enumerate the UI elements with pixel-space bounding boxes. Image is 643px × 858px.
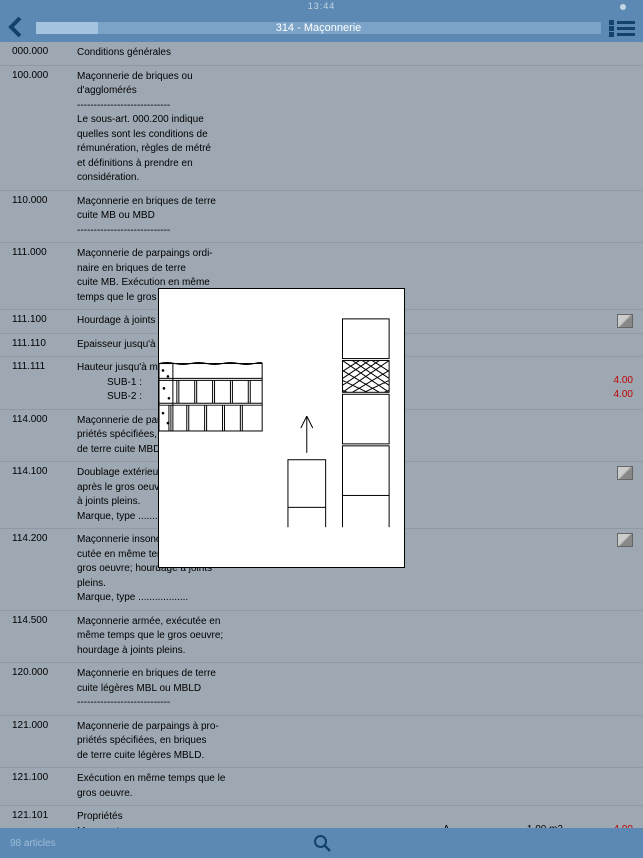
article-code: 120.000 [12, 667, 67, 711]
article-text: Maçonnerie en briques de terre cuite MB … [67, 195, 267, 239]
article-code: 114.100 [12, 466, 67, 524]
article-row[interactable]: 121.101Propriétés Marque, type .........… [0, 806, 643, 828]
article-row[interactable]: 121.100Exécution en même temps que le gr… [0, 768, 643, 806]
article-code: 121.000 [12, 720, 67, 764]
article-code: 121.101 [12, 810, 67, 828]
article-text: Conditions générales [67, 46, 267, 61]
article-code: 114.000 [12, 414, 67, 458]
article-code: 121.100 [12, 772, 67, 801]
article-text: Exécution en même temps que le gros oeuv… [67, 772, 267, 801]
article-row[interactable]: 110.000Maçonnerie en briques de terre cu… [0, 191, 643, 244]
article-text: Maçonnerie armée, exécutée en même temps… [67, 615, 267, 659]
status-time: 13:44 [308, 1, 336, 11]
article-code: 114.500 [12, 615, 67, 659]
page-title: 314 - Maçonnerie [276, 22, 362, 34]
header: 314 - Maçonnerie [0, 14, 643, 42]
article-text: Maçonnerie en briques de terre cuite lég… [67, 667, 267, 711]
progress-bar[interactable]: 314 - Maçonnerie [36, 22, 601, 34]
article-count: 98 articles [10, 838, 56, 849]
image-icon[interactable] [617, 314, 633, 328]
article-row[interactable]: 114.500Maçonnerie armée, exécutée en mêm… [0, 611, 643, 664]
article-code: 000.000 [12, 46, 67, 61]
back-button[interactable] [8, 16, 28, 40]
article-text: Maçonnerie de briques ou d'agglomérés --… [67, 70, 267, 186]
article-code: 110.000 [12, 195, 67, 239]
sub-values: 4.00 [593, 389, 633, 400]
article-code: 111.000 [12, 247, 67, 305]
article-code: 111.100 [12, 314, 67, 329]
article-code: 114.200 [12, 533, 67, 606]
article-text: Maçonnerie de parpaings à pro- priétés s… [67, 720, 267, 764]
progress-fill [36, 22, 98, 34]
article-row[interactable]: 100.000Maçonnerie de briques ou d'agglom… [0, 66, 643, 191]
list-view-button[interactable] [609, 17, 635, 39]
article-row[interactable]: 120.000Maçonnerie en briques de terre cu… [0, 663, 643, 716]
drawing-overlay [158, 288, 405, 568]
sub-price: 4.00 [593, 375, 633, 386]
image-icon[interactable] [617, 533, 633, 547]
article-row[interactable]: 000.000Conditions générales [0, 42, 643, 66]
article-text: Propriétés Marque, type ................… [67, 810, 267, 828]
footer: 98 articles [0, 828, 643, 858]
status-bar: 13:44 [0, 0, 643, 14]
article-code: 111.111 [12, 361, 67, 405]
image-icon[interactable] [617, 466, 633, 480]
sub-values: 4.00 [593, 375, 633, 386]
article-row[interactable]: 121.000Maçonnerie de parpaings à pro- pr… [0, 716, 643, 769]
sub-price: 4.00 [593, 389, 633, 400]
status-indicator [620, 4, 626, 10]
search-button[interactable] [313, 834, 331, 852]
article-code: 100.000 [12, 70, 67, 186]
article-code: 111.110 [12, 338, 67, 353]
